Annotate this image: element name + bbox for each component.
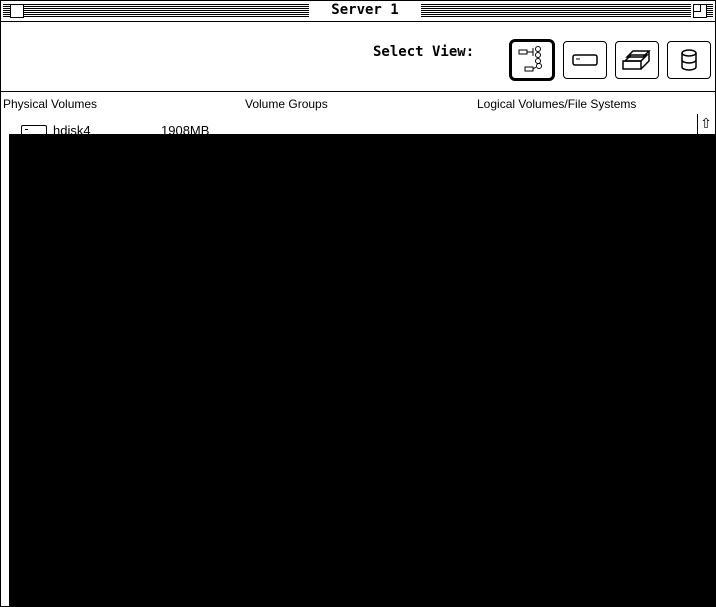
title-stripes-edge: [707, 4, 713, 17]
select-view-label: Select View:: [373, 44, 475, 60]
cylinder-storage-icon: [681, 49, 697, 71]
column-header-logical-volumes: Logical Volumes/File Systems: [477, 97, 637, 111]
window-title: Server 1: [309, 2, 421, 19]
title-bar[interactable]: Server 1: [1, 1, 715, 22]
redacted-area: [9, 134, 715, 606]
stacked-volumes-view-button[interactable]: [615, 41, 659, 79]
scroll-up-arrow-icon[interactable]: ⇧: [697, 114, 714, 134]
physical-disk-icon: [572, 54, 598, 66]
title-stripes-left: [3, 4, 309, 17]
close-box[interactable]: [10, 4, 24, 18]
server-window: Server 1 Select View: Physical Volumes V…: [0, 0, 716, 607]
volume-map-view-button[interactable]: [509, 39, 555, 81]
title-stripes-right: [421, 4, 691, 17]
volume-map-icon: [518, 46, 542, 72]
list-item[interactable]: hdisk4 1908MB: [1, 115, 715, 138]
column-header-volume-groups: Volume Groups: [245, 97, 328, 111]
toolbar: Select View:: [1, 22, 715, 92]
physical-disk-view-button[interactable]: [563, 41, 607, 79]
column-header-physical-volumes: Physical Volumes: [3, 97, 98, 111]
stacked-volumes-icon: [622, 50, 651, 70]
storage-view-button[interactable]: [667, 41, 711, 79]
zoom-box[interactable]: [693, 4, 707, 18]
